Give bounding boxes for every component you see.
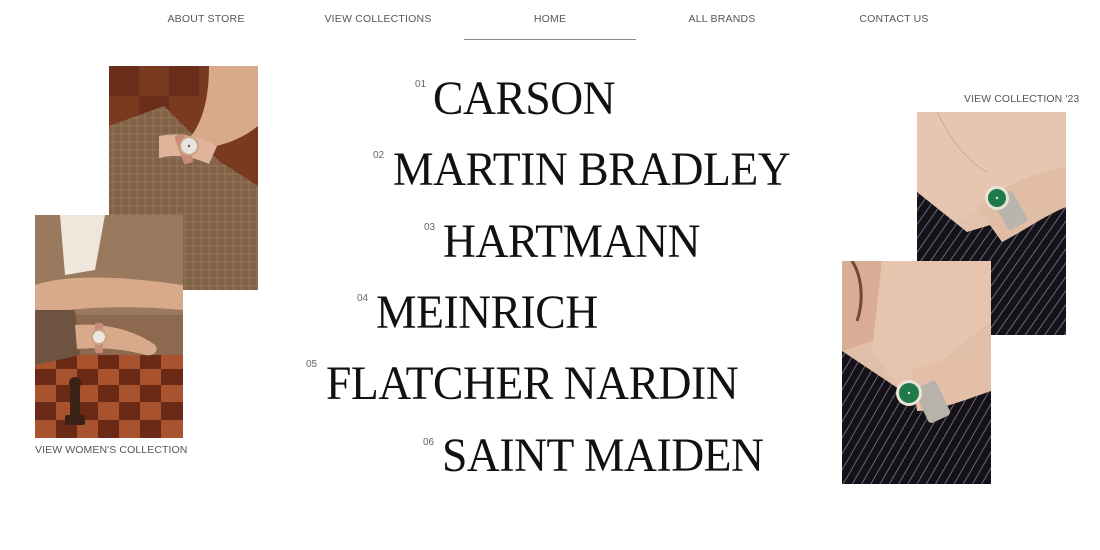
brand-name: CARSON bbox=[433, 72, 616, 125]
brand-name: HARTMANN bbox=[443, 215, 700, 268]
brand-name: MEINRICH bbox=[376, 286, 598, 339]
brand-number: 02 bbox=[373, 150, 385, 161]
brand-number: 05 bbox=[306, 359, 318, 370]
view-womens-collection-link[interactable]: VIEW WOMEN'S COLLECTION bbox=[35, 444, 187, 456]
view-collection-23-link[interactable]: VIEW COLLECTION '23 bbox=[964, 93, 1079, 105]
brand-number: 01 bbox=[415, 79, 427, 90]
top-navigation: ABOUT STORE VIEW COLLECTIONS HOME ALL BR… bbox=[0, 0, 1100, 42]
brand-number: 03 bbox=[424, 222, 436, 233]
brand-name: SAINT MAIDEN bbox=[442, 429, 764, 482]
nav-link-view-collections[interactable]: VIEW COLLECTIONS bbox=[292, 13, 464, 25]
nav-link-contact-us[interactable]: CONTACT US bbox=[808, 13, 980, 25]
collection-23-photo-bottom[interactable] bbox=[842, 261, 991, 484]
brand-name: MARTIN BRADLEY bbox=[393, 143, 791, 196]
nav-link-home[interactable]: HOME bbox=[464, 13, 636, 40]
nav-link-about-store[interactable]: ABOUT STORE bbox=[120, 13, 292, 25]
womens-collection-photo-bottom[interactable] bbox=[35, 215, 183, 438]
brand-name: FLATCHER NARDIN bbox=[326, 357, 739, 410]
brand-number: 04 bbox=[357, 293, 369, 304]
nav-link-all-brands[interactable]: ALL BRANDS bbox=[636, 13, 808, 25]
brand-number: 06 bbox=[423, 437, 435, 448]
